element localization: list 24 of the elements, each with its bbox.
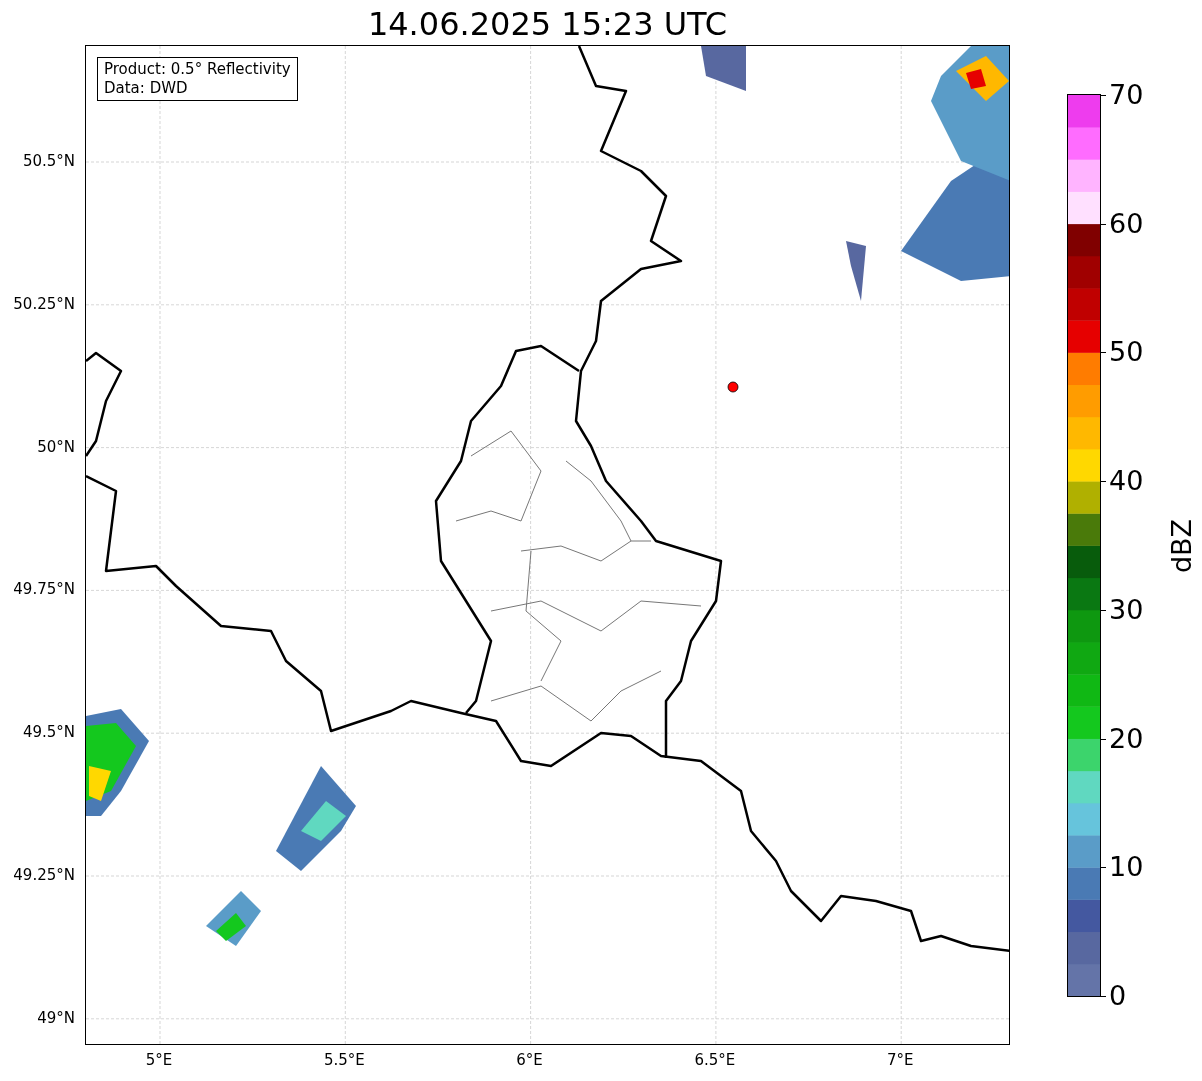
info-text: Product: 0.5° Reflectivity: [104, 60, 291, 79]
x-tick-label: 6.5°E: [693, 1051, 737, 1069]
colorbar-tick-label: 40: [1109, 465, 1144, 498]
colorbar-label: dBZ: [1166, 518, 1198, 574]
y-tick-label: 50.25°N: [13, 294, 75, 313]
y-tick-label: 49.25°N: [13, 866, 75, 884]
x-tick-label: 6°E: [515, 1051, 544, 1069]
y-tick-label: 49.75°N: [13, 580, 75, 599]
colorbar-tick-label: 50: [1109, 336, 1144, 369]
colorbar-tick-label: 0: [1109, 980, 1127, 1012]
x-tick-label: 5°E: [144, 1051, 174, 1069]
chart-title: 14.06.2025 15:23 UTC: [366, 4, 729, 44]
colorbar-tick-label: 10: [1109, 851, 1144, 884]
x-tick-label: 5.5°E: [322, 1051, 366, 1069]
y-tick-label: 49°N: [37, 1008, 75, 1027]
colorbar-tick-label: 30: [1109, 593, 1144, 626]
x-tick-label: 7°E: [885, 1051, 915, 1069]
y-tick-label: 50.5°N: [22, 152, 75, 170]
y-tick-label: 49.5°N: [22, 723, 75, 742]
colorbar-tick-label: 60: [1109, 207, 1144, 240]
y-tick-label: 50°N: [37, 437, 75, 456]
colorbar-tick-label: 20: [1109, 722, 1144, 755]
colorbar-tick-label: 70: [1109, 79, 1144, 111]
info-text: Data: DWD: [104, 79, 189, 98]
